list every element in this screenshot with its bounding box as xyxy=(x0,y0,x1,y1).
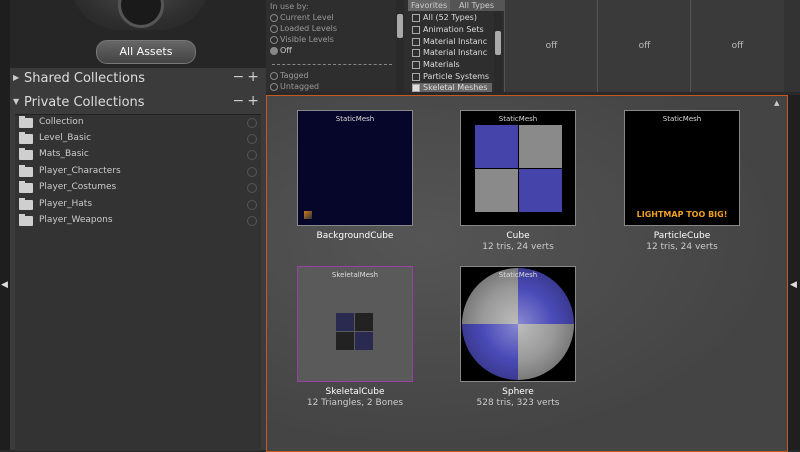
in-use-scrollbar[interactable] xyxy=(396,0,404,92)
asset-type-label: SkeletalMesh xyxy=(331,271,379,279)
asset-tile-background-cube[interactable]: StaticMesh BackgroundCube xyxy=(297,110,413,242)
add-remove-shared-icon[interactable]: −+ xyxy=(233,69,262,85)
filter-column-off[interactable]: off xyxy=(504,0,598,92)
asset-tile-skeletal-cube[interactable]: SkeletalMesh SkeletalCube 12 Triangles, … xyxy=(297,266,413,408)
asset-name: BackgroundCube xyxy=(316,231,394,241)
in-use-filter: In use by: Current Level Loaded Levels V… xyxy=(266,0,408,92)
asset-thumbnail[interactable]: StaticMesh xyxy=(460,110,576,226)
expand-right-icon[interactable]: ◀ xyxy=(790,280,797,290)
collapse-arrow-icon[interactable]: ▶ xyxy=(13,73,19,82)
scroll-up-icon[interactable]: ▲ xyxy=(774,99,779,107)
list-item[interactable]: Player_Hats xyxy=(15,197,261,213)
type-filter: Favorites All Types All (52 Types) Anima… xyxy=(408,0,504,92)
material-icon xyxy=(304,211,312,219)
type-checkbox[interactable]: All (52 Types) xyxy=(412,13,477,22)
divider xyxy=(272,64,392,65)
list-item[interactable]: Level_Basic xyxy=(15,131,261,147)
asset-thumbnail[interactable]: SkeletalMesh xyxy=(297,266,413,382)
list-item[interactable]: Mats_Basic xyxy=(15,147,261,163)
asset-info: 12 tris, 24 verts xyxy=(482,242,554,252)
expand-arrow-icon[interactable]: ▼ xyxy=(13,97,19,106)
asset-thumbnail[interactable]: StaticMesh LIGHTMAP TOO BIG! xyxy=(624,110,740,226)
type-checkbox-skeletal-meshes[interactable]: Skeletal Meshes xyxy=(412,83,492,92)
list-item[interactable]: Player_Costumes xyxy=(15,180,261,196)
folder-icon xyxy=(19,116,33,128)
asset-info: 528 tris, 323 verts xyxy=(476,398,560,408)
type-checkbox[interactable]: Materials xyxy=(412,60,460,69)
asset-type-label: StaticMesh xyxy=(335,115,375,123)
collections-panel: All Assets ▶ Shared Collections −+ ▼ Pri… xyxy=(10,0,266,451)
expand-left-icon[interactable]: ◀ xyxy=(1,280,8,290)
folder-icon xyxy=(19,214,33,226)
tab-all-types[interactable]: All Types xyxy=(456,0,497,11)
private-collections-header[interactable]: ▼ Private Collections −+ xyxy=(10,92,266,114)
asset-type-label: StaticMesh xyxy=(498,115,538,123)
asset-name: ParticleCube xyxy=(653,231,711,241)
asset-grid: StaticMesh BackgroundCube StaticMesh Cub… xyxy=(266,95,788,452)
folder-icon xyxy=(19,198,33,210)
folder-icon xyxy=(19,181,33,193)
filter-column-off[interactable]: off xyxy=(690,0,784,92)
filter-bar: In use by: Current Level Loaded Levels V… xyxy=(266,0,800,92)
folder-icon xyxy=(19,148,33,160)
shared-collections-header[interactable]: ▶ Shared Collections −+ xyxy=(10,68,266,90)
radio-off[interactable]: Off xyxy=(270,46,292,55)
radio-current-level[interactable]: Current Level xyxy=(270,13,334,22)
list-item[interactable]: Player_Characters xyxy=(15,164,261,180)
asset-thumbnail[interactable]: StaticMesh xyxy=(297,110,413,226)
list-item[interactable]: Collection xyxy=(15,115,261,131)
type-checkbox[interactable]: Animation Sets xyxy=(412,25,484,34)
logo-area: All Assets xyxy=(10,0,266,68)
radio-loaded-levels[interactable]: Loaded Levels xyxy=(270,24,337,33)
types-scrollbar[interactable] xyxy=(494,11,502,92)
radio-tagged[interactable]: Tagged xyxy=(270,71,309,80)
folder-icon xyxy=(19,132,33,144)
asset-tile-particle-cube[interactable]: StaticMesh LIGHTMAP TOO BIG! ParticleCub… xyxy=(624,110,740,252)
type-tabs: Favorites All Types xyxy=(408,0,504,11)
asset-tile-sphere[interactable]: StaticMesh Sphere 528 tris, 323 verts xyxy=(460,266,576,408)
asset-name: Cube xyxy=(506,231,530,241)
lightmap-warning: LIGHTMAP TOO BIG! xyxy=(636,210,728,219)
type-checkbox[interactable]: Particle Systems xyxy=(412,72,489,81)
radio-visible-levels[interactable]: Visible Levels xyxy=(270,35,334,44)
radio-untagged[interactable]: Untagged xyxy=(270,82,319,92)
list-item[interactable]: Player_Weapons xyxy=(15,213,261,229)
filter-column-off[interactable]: off xyxy=(597,0,691,92)
right-edge-strip: ◀ xyxy=(788,95,800,450)
add-remove-private-icon[interactable]: −+ xyxy=(233,93,262,109)
grid-scrollbar[interactable]: ▲ xyxy=(773,97,783,450)
shared-collections-label: Shared Collections xyxy=(24,71,145,86)
asset-name: Sphere xyxy=(502,387,534,397)
all-assets-button[interactable]: All Assets xyxy=(96,40,196,64)
asset-tile-cube[interactable]: StaticMesh Cube 12 tris, 24 verts xyxy=(460,110,576,252)
asset-name: SkeletalCube xyxy=(325,387,385,397)
in-use-title: In use by: xyxy=(270,2,309,11)
asset-info: 12 Triangles, 2 Bones xyxy=(306,398,404,408)
left-edge-strip: ◀ xyxy=(0,0,10,450)
folder-icon xyxy=(19,165,33,177)
private-collections-label: Private Collections xyxy=(24,95,145,110)
private-collections-list: Collection Level_Basic Mats_Basic Player… xyxy=(15,114,261,451)
asset-type-label: StaticMesh xyxy=(498,271,538,279)
type-checkbox[interactable]: Material Instanc xyxy=(412,37,487,46)
tab-favorites[interactable]: Favorites xyxy=(408,0,451,11)
asset-thumbnail[interactable]: StaticMesh xyxy=(460,266,576,382)
asset-info: 12 tris, 24 verts xyxy=(646,242,718,252)
asset-type-label: StaticMesh xyxy=(662,115,702,123)
type-checkbox[interactable]: Material Instanc xyxy=(412,48,487,57)
